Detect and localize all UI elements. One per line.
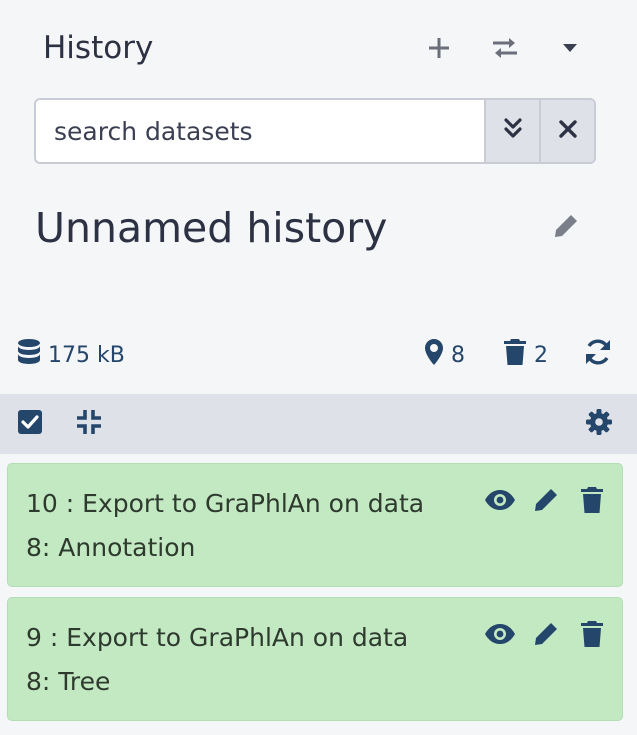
pencil-icon [532,486,560,518]
select-items-button[interactable] [10,404,50,444]
exchange-icon [491,36,519,60]
history-settings-button[interactable] [579,404,619,444]
sync-icon [583,337,620,373]
switch-history-button[interactable] [487,30,523,66]
times-icon [558,119,578,143]
history-header: History [0,0,637,95]
dataset-actions [484,618,608,654]
view-dataset-button[interactable] [484,484,516,520]
view-dataset-button[interactable] [484,618,516,654]
history-stats: 175 kB 8 2 [0,330,637,380]
gear-icon [585,408,613,440]
dataset-item[interactable]: 9 : Export to GraPhlAn on data 8: Tree [7,597,623,721]
dataset-title-line: 8: Tree [26,667,111,696]
eye-icon [484,623,516,649]
delete-dataset-button[interactable] [576,618,608,654]
new-history-button[interactable] [421,30,457,66]
eye-icon [484,489,516,515]
trash-icon [580,486,604,518]
dataset-item[interactable]: 10 : Export to GraPhlAn on data 8: Annot… [7,463,623,587]
history-name: Unnamed history [35,204,388,252]
delete-dataset-button[interactable] [576,484,608,520]
edit-dataset-button[interactable] [530,484,562,520]
panel-title: History [43,30,154,66]
search-input[interactable] [36,100,484,162]
shown-count: 8 [451,342,465,368]
deleted-datasets-filter[interactable]: 2 [503,330,548,380]
dataset-title[interactable]: 9 : Export to GraPhlAn on data 8: Tree [26,616,476,704]
dataset-actions [484,484,608,520]
caret-down-icon [562,43,578,53]
dataset-title-line: 9 : Export to GraPhlAn on data [26,623,409,652]
pencil-icon [532,620,560,652]
trash-icon [503,338,534,372]
check-square-icon [17,409,43,439]
map-marker-icon [424,338,451,372]
shown-datasets-filter[interactable]: 8 [424,330,465,380]
plus-icon [427,36,451,60]
edit-dataset-button[interactable] [530,618,562,654]
clear-search-button[interactable] [539,100,594,162]
history-panel: History search datasets Unnamed history … [0,0,637,735]
history-toolbar [0,394,637,454]
compress-icon [75,408,103,440]
advanced-search-toggle[interactable] [484,100,539,162]
pencil-icon [552,212,580,244]
collapse-items-button[interactable] [69,404,109,444]
trash-icon [580,620,604,652]
history-options-dropdown[interactable] [552,30,588,66]
dataset-title-line: 10 : Export to GraPhlAn on data [26,489,425,518]
history-size[interactable]: 175 kB [17,330,125,380]
deleted-count: 2 [534,342,548,368]
refresh-history-button[interactable] [583,330,620,380]
search-box [34,98,596,164]
history-size-value: 175 kB [48,342,125,368]
database-icon [17,338,48,372]
double-chevron-down-icon [503,117,523,145]
edit-history-name-button[interactable] [546,208,586,248]
dataset-title-line: 8: Annotation [26,533,196,562]
dataset-title[interactable]: 10 : Export to GraPhlAn on data 8: Annot… [26,482,476,570]
